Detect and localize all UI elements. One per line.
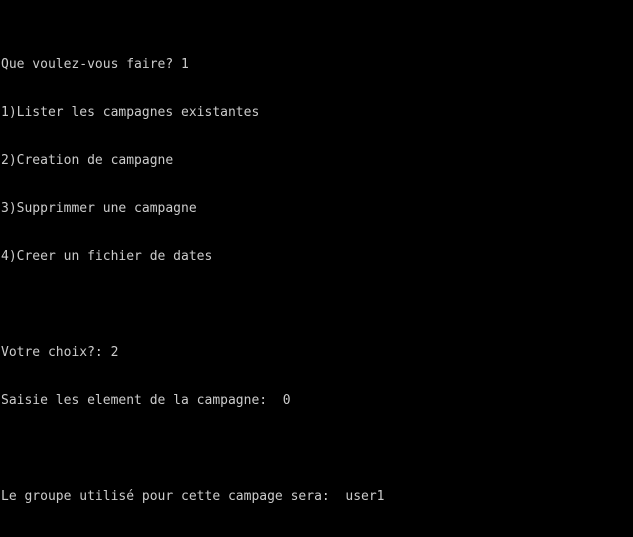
terminal-line: 3)Supprimmer une campagne <box>1 201 197 216</box>
terminal-line: Le groupe utilisé pour cette campage ser… <box>1 489 385 504</box>
terminal-line: 2)Creation de campagne <box>1 153 174 168</box>
terminal-output[interactable]: Que voulez-vous faire? 1 1)Lister les ca… <box>0 0 633 537</box>
terminal-line: Saisie les element de la campagne: 0 <box>1 393 291 408</box>
terminal-line: 4)Creer un fichier de dates <box>1 249 213 264</box>
terminal-line: Votre choix?: 2 <box>1 345 119 360</box>
terminal-line: Que voulez-vous faire? 1 <box>1 57 189 72</box>
terminal-line: 1)Lister les campagnes existantes <box>1 105 260 120</box>
